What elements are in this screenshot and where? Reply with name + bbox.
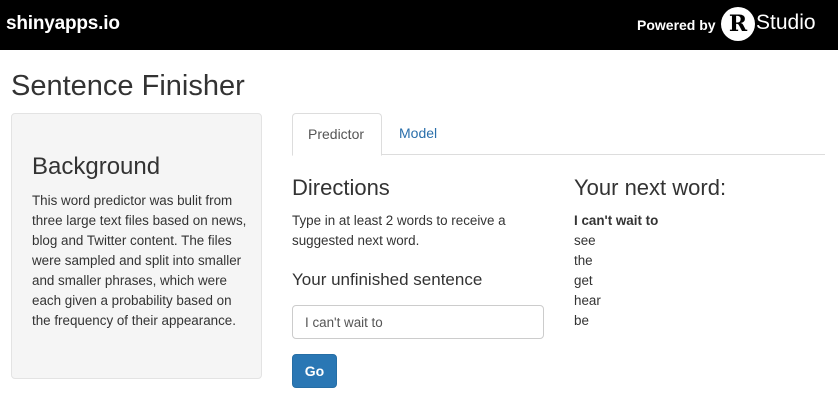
rstudio-logo-text[interactable]: Studio: [756, 11, 816, 35]
tab-bar: Predictor Model: [292, 113, 825, 156]
sidebar-panel: Background This word predictor was bulit…: [11, 113, 262, 379]
next-word-item: hear: [574, 293, 601, 308]
sidebar-heading: Background: [32, 153, 161, 180]
go-button[interactable]: Go: [292, 354, 337, 388]
next-word-item: be: [574, 313, 589, 328]
top-navbar: shinyapps.io Powered by R Studio: [0, 0, 838, 50]
sentence-input[interactable]: [292, 305, 544, 339]
rstudio-r-logo-icon[interactable]: R: [721, 7, 755, 41]
next-word-item: see: [574, 233, 596, 248]
next-word-item: get: [574, 273, 593, 288]
next-word-heading: Your next word:: [574, 175, 727, 200]
next-word-item: the: [574, 253, 593, 268]
sentence-prefix: I can't wait to: [574, 213, 659, 228]
sentence-input-label: Your unfinished sentence: [292, 270, 483, 289]
next-word-list: I can't wait to see the get hear be: [574, 211, 658, 331]
powered-by-label: Powered by: [637, 17, 716, 33]
tab-model[interactable]: Model: [384, 113, 452, 155]
directions-text: Type in at least 2 words to receive a su…: [292, 213, 506, 248]
tab-predictor[interactable]: Predictor: [292, 113, 382, 156]
brand-link[interactable]: shinyapps.io: [6, 13, 120, 35]
sidebar-text: This word predictor was bulit from three…: [32, 193, 247, 328]
page-title: Sentence Finisher: [11, 70, 245, 102]
directions-heading: Directions: [292, 175, 390, 200]
